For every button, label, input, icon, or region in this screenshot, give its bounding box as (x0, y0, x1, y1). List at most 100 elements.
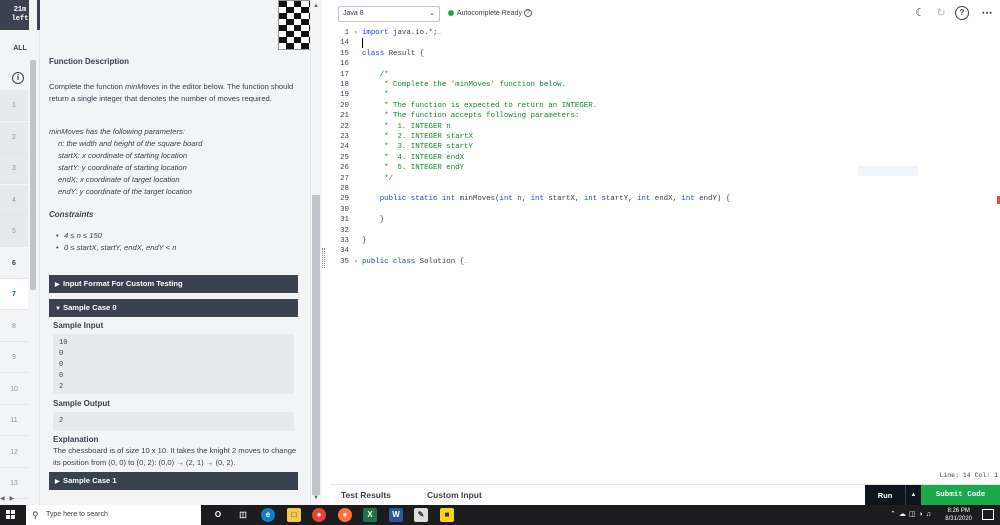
tab-test-results[interactable]: Test Results (341, 490, 391, 500)
line-number: 25 (340, 153, 349, 162)
line-number: 31 (340, 216, 349, 225)
code-text: public static int minMoves(int n, int st… (379, 195, 731, 204)
code-editor: Java 8 ⌄ Autocomplete Ready? ☾ ↻ ? ⋯ 1 › im… (330, 0, 1000, 505)
question-nav-item[interactable]: 3 (0, 153, 28, 184)
line-number: 32 (340, 226, 349, 235)
param-starty: startY: y coordinate of starting locatio… (58, 163, 187, 172)
language-select[interactable]: Java 8 ⌄ (338, 6, 440, 22)
line-number: 23 (340, 133, 349, 141)
sticky-notes-icon[interactable]: ■ (440, 508, 454, 522)
input-format-accordion[interactable]: ▶ Input Format For Custom Testing (49, 275, 298, 293)
sample-output-line: 2 (59, 417, 64, 425)
cortana-icon[interactable]: O (211, 508, 225, 522)
run-button[interactable]: Run (865, 485, 905, 506)
info-icon[interactable]: i (12, 72, 24, 84)
code-text: /* (379, 70, 389, 79)
horizontal-scroll-arrows[interactable]: ◀ ▶ (0, 495, 30, 505)
function-description-text: Complete the function minMoves in the ed… (49, 82, 294, 103)
sample-input-line: 0 (59, 372, 64, 380)
scroll-up-icon[interactable]: ▲ (313, 3, 319, 9)
code-text: * (362, 91, 389, 100)
search-icon: ⚲ (32, 510, 39, 520)
constraint-item: 4 ≤ n ≤ 150 (56, 230, 176, 242)
line-number: 26 (340, 164, 349, 173)
parameters-list: minMoves has the following parameters: n… (49, 126, 202, 198)
file-explorer-icon[interactable]: □ (287, 508, 301, 522)
autocomplete-status: Autocomplete Ready? (448, 8, 532, 20)
rail-scroll-thumb[interactable] (30, 60, 36, 290)
line-number: 28 (340, 185, 349, 193)
question-nav-item[interactable]: 7 (0, 279, 28, 310)
question-nav-item[interactable]: 6 (0, 248, 28, 279)
code-text: * 4. INTEGER endX (362, 153, 465, 162)
question-nav-item[interactable]: 11 (0, 405, 28, 436)
editor-toolbar: Java 8 ⌄ Autocomplete Ready? ☾ ↻ ? ⋯ (330, 0, 1000, 28)
question-nav-item[interactable]: 2 (0, 121, 28, 153)
scroll-down-icon[interactable]: ▼ (313, 495, 319, 501)
word-icon[interactable]: W (389, 508, 403, 522)
taskbar-search-input[interactable]: ⚲ Type here to search (26, 505, 201, 525)
paint-icon[interactable]: ✎ (414, 508, 428, 522)
question-nav-item[interactable]: 8 (0, 311, 28, 342)
bottom-action-bar: Test Results Custom Input Run ▲ Submit C… (330, 484, 1000, 506)
question-nav-item[interactable]: 9 (0, 342, 28, 373)
sample-input-line: 0 (59, 361, 64, 369)
chevron-right-icon: ▶ (55, 479, 60, 485)
chrome-icon[interactable]: ● (312, 508, 326, 522)
help-icon[interactable]: ? (955, 6, 969, 20)
line-number: 16 (340, 60, 349, 69)
edge-icon[interactable]: e (261, 508, 275, 522)
windows-taskbar: ⚲ Type here to search O ◫ e □ ● ● X W ✎ ■… (0, 505, 1000, 525)
chevron-right-icon: ▶ (55, 282, 60, 288)
excel-icon[interactable]: X (363, 508, 377, 522)
sample-output-box: 2 (53, 412, 294, 431)
function-description-title: Function Description (49, 57, 129, 66)
param-endy: endY: y coordinate of the target locatio… (58, 187, 192, 196)
line-number: 20 (340, 101, 349, 110)
fold-toggle-icon[interactable]: › (354, 28, 358, 38)
code-text: } (362, 216, 385, 225)
explanation-title: Explanation (53, 435, 99, 444)
notifications-icon[interactable] (982, 509, 994, 520)
line-number: 15 (340, 49, 349, 58)
more-options-icon[interactable]: ⋯ (980, 6, 994, 20)
clock-time: 8:26 PM (947, 508, 970, 514)
line-number: 18 (340, 81, 349, 89)
problem-scroll-thumb[interactable] (312, 195, 320, 495)
panel-resize-handle[interactable] (322, 248, 325, 268)
line-number: 35 (340, 257, 349, 266)
question-nav-item[interactable]: 12 (0, 437, 28, 468)
firefox-icon[interactable]: ● (338, 508, 352, 522)
code-text: import java.io.*;… (362, 29, 442, 37)
line-number: 1 (344, 29, 349, 37)
taskbar-clock[interactable]: 8:26 PM 8/31/2020 (945, 507, 972, 523)
run-options-icon[interactable]: ▲ (905, 485, 921, 506)
param-startx: startX: x coordinate of starting locatio… (58, 151, 188, 160)
submit-code-button[interactable]: Submit Code (921, 485, 1000, 506)
code-text: * The function is expected to return an … (362, 101, 598, 110)
windows-start-icon[interactable] (6, 510, 16, 520)
sample-case-1-accordion[interactable]: ▶ Sample Case 1 (49, 472, 298, 490)
question-nav-item[interactable]: 10 (0, 374, 28, 405)
sample-input-box: 10 0 0 0 2 (53, 334, 294, 394)
code-text: class Result { (362, 49, 425, 58)
question-nav-item[interactable]: 5 (0, 216, 28, 247)
sample-case-0-accordion[interactable]: ▼ Sample Case 0 (49, 299, 298, 317)
line-number: 33 (340, 237, 349, 245)
system-tray-icons[interactable]: ⌃☁◫◑♫ (890, 510, 934, 518)
help-icon[interactable]: ? (523, 9, 532, 18)
question-nav-item[interactable]: 4 (0, 184, 28, 216)
line-number: 29 (340, 195, 349, 204)
fold-toggle-icon[interactable]: › (354, 257, 358, 267)
question-nav-item[interactable]: 1 (0, 90, 28, 121)
reset-code-icon[interactable]: ↻ (934, 6, 948, 20)
code-text: * 3. INTEGER startY (362, 143, 473, 152)
tab-custom-input[interactable]: Custom Input (427, 490, 482, 500)
line-number: 27 (340, 174, 349, 183)
theme-toggle-icon[interactable]: ☾ (913, 6, 927, 20)
chevron-down-icon: ⌄ (429, 10, 435, 17)
code-text: public class Solution {… (362, 257, 469, 266)
param-endx: endX: x coordinate of target location (58, 175, 180, 184)
task-view-icon[interactable]: ◫ (236, 508, 250, 522)
cursor-position-status: Line: 14 Col: 1 (939, 472, 998, 479)
